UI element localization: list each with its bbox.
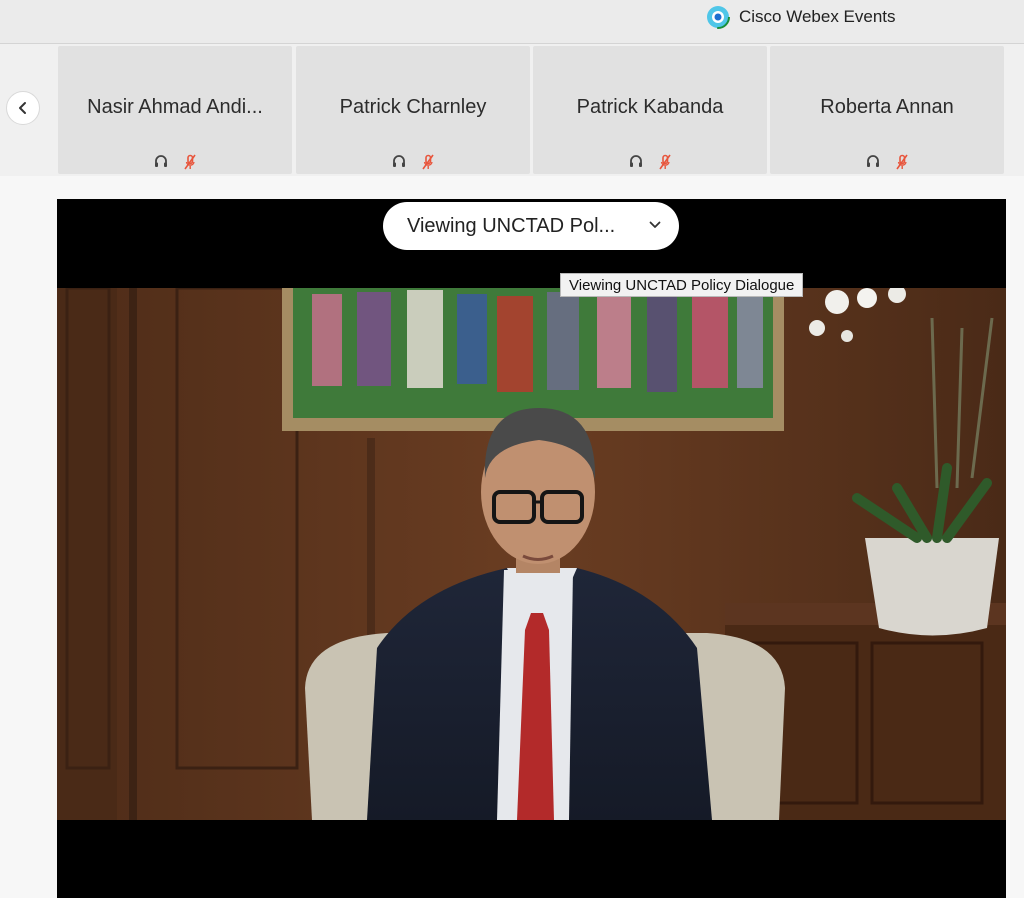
chevron-left-icon — [19, 102, 26, 114]
webex-logo-icon — [706, 5, 730, 29]
participant-tile[interactable]: Roberta Annan — [770, 46, 1004, 174]
speaker-video-feed — [57, 288, 1006, 820]
app-title: Cisco Webex Events — [706, 4, 896, 30]
view-selector-tooltip: Viewing UNCTAD Policy Dialogue — [560, 273, 804, 297]
participant-name: Nasir Ahmad Andi... — [87, 96, 263, 118]
chevron-down-icon — [649, 221, 661, 228]
view-selector-label: Viewing UNCTAD Pol... — [407, 214, 616, 237]
participant-tile[interactable]: Patrick Kabanda — [533, 46, 767, 174]
app-title-text: Cisco Webex Events — [739, 7, 896, 26]
participant-strip: Nasir Ahmad Andi... Patrick Charnley Pat… — [0, 44, 1024, 176]
headset-icon — [393, 155, 405, 167]
mic-muted-icon — [659, 154, 671, 170]
participant-tile[interactable]: Nasir Ahmad Andi... — [58, 46, 292, 174]
mic-muted-icon — [422, 154, 434, 170]
headset-icon — [630, 155, 642, 167]
participant-name: Patrick Charnley — [339, 96, 487, 118]
participant-tile[interactable]: Patrick Charnley — [296, 46, 530, 174]
headset-icon — [155, 155, 167, 167]
participant-name: Roberta Annan — [820, 96, 954, 118]
participant-name: Patrick Kabanda — [576, 96, 724, 118]
title-bar: Cisco Webex Events — [0, 0, 1024, 44]
headset-icon — [867, 155, 879, 167]
video-stage[interactable]: Viewing UNCTAD Pol... Viewing UNCTAD Pol… — [57, 199, 1006, 898]
view-selector-dropdown[interactable]: Viewing UNCTAD Pol... — [383, 202, 679, 250]
mic-muted-icon — [896, 154, 908, 170]
mic-muted-icon — [184, 154, 196, 170]
previous-participants-button[interactable] — [6, 91, 40, 125]
